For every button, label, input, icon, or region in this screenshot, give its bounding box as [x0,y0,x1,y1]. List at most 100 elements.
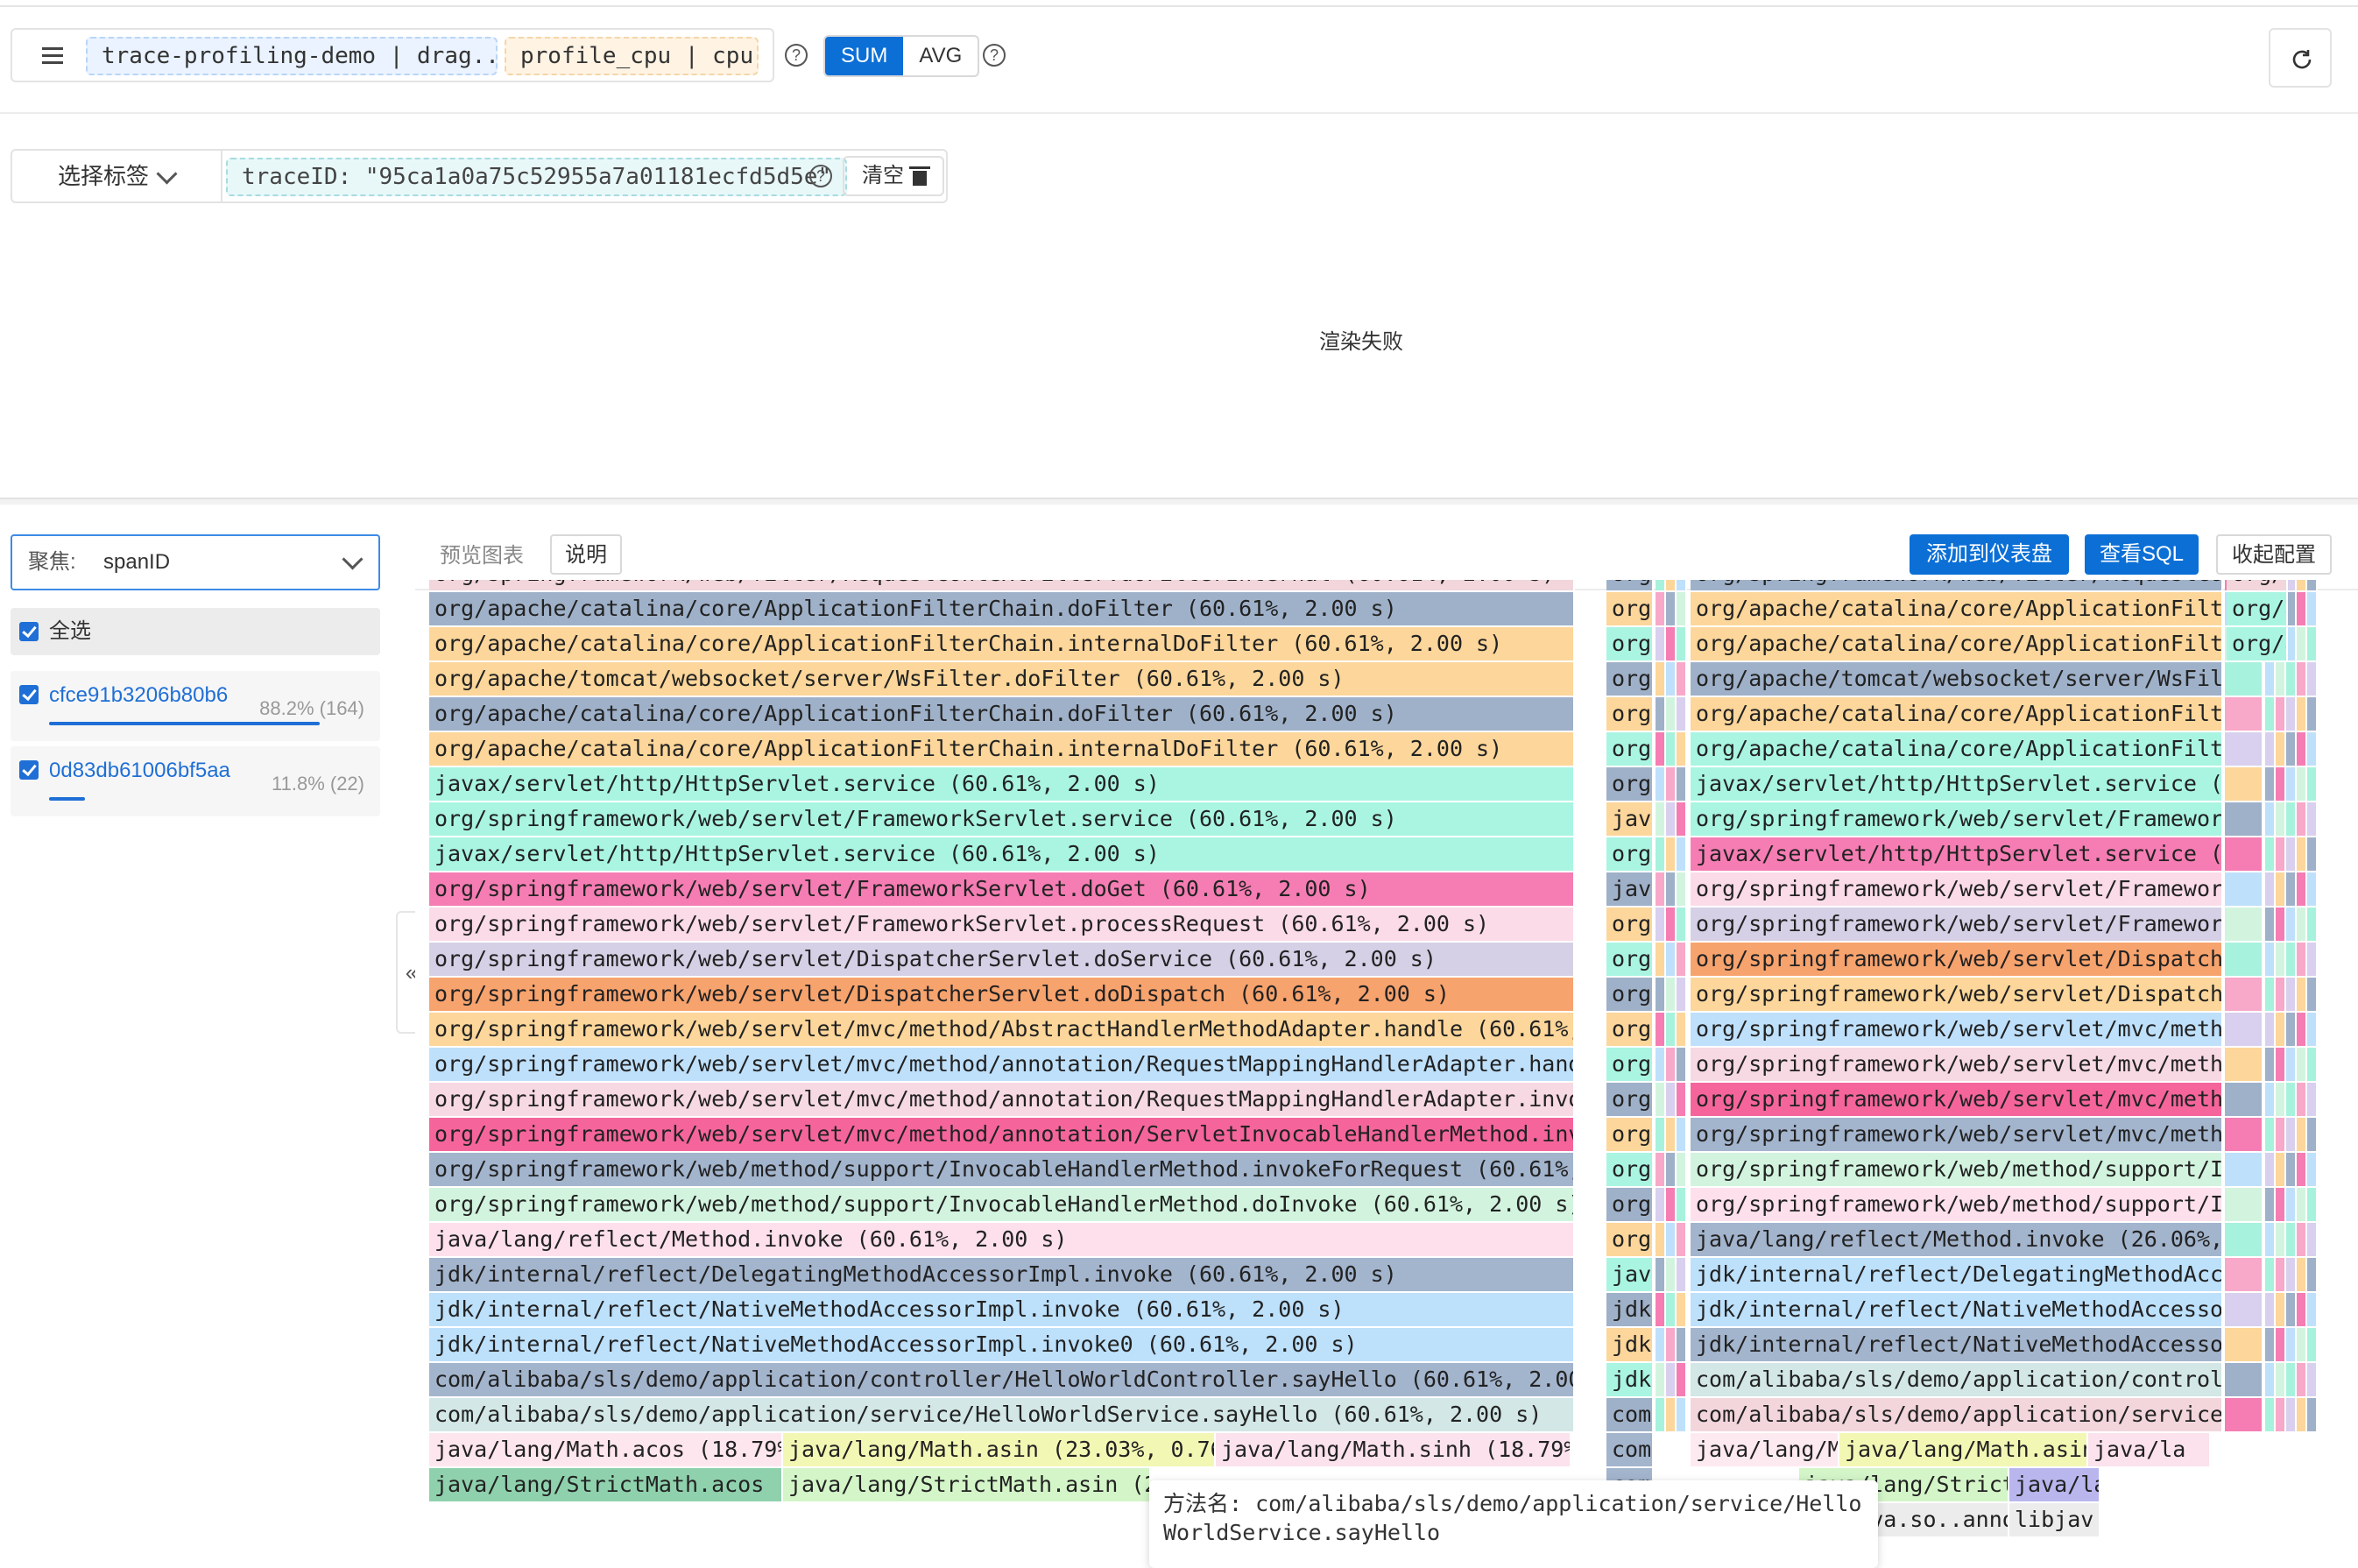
flame-frame[interactable]: libjav [2009,1503,2100,1536]
flame-frame[interactable] [2297,767,2307,801]
flame-frame[interactable]: org/ [1606,837,1654,871]
flame-frame[interactable]: jdk/ [1606,1363,1654,1396]
flame-frame[interactable] [1666,732,1677,766]
flame-frame[interactable] [2307,732,2318,766]
clear-button[interactable]: 清空 [843,156,944,196]
collapse-config-button[interactable]: 收起配置 [2216,534,2332,575]
flame-frame[interactable] [2286,1118,2297,1151]
flame-frame[interactable]: org/ [1606,662,1654,696]
flame-frame[interactable] [2297,732,2307,766]
flame-frame[interactable] [2307,627,2318,660]
flame-frame[interactable] [2297,697,2307,731]
flame-frame[interactable] [2225,662,2263,696]
flame-frame[interactable] [2297,1188,2307,1221]
flame-frame[interactable] [2265,978,2276,1011]
flame-frame[interactable]: java/la [2009,1468,2100,1501]
flame-frame[interactable]: org/ [1606,943,1654,976]
flame-frame[interactable] [1666,1048,1677,1081]
flame-frame[interactable] [1656,1293,1666,1326]
flame-frame[interactable]: java/lang/StrictMath.asin (23.03%) [783,1468,1151,1501]
flame-frame[interactable] [2307,802,2318,836]
flame-frame[interactable]: javc [1606,802,1654,836]
flame-frame[interactable]: org/a [2227,580,2288,590]
flame-frame[interactable]: jdk/internal/reflect/NativeMethodAccesso… [429,1293,1575,1326]
flame-frame[interactable]: org/springframework/web/servlet/mvc/meth [1691,1083,2223,1116]
flame-frame[interactable] [2297,1328,2307,1361]
flame-frame[interactable]: org/ [1606,1188,1654,1221]
flame-frame[interactable] [2225,697,2263,731]
flame-frame[interactable] [1677,1013,1687,1046]
flame-frame[interactable] [2265,1363,2276,1396]
flame-frame[interactable] [1677,1188,1687,1221]
flame-frame[interactable] [1666,1118,1677,1151]
flame-frame[interactable]: jdk/internal/reflect/DelegatingMethodAcc [1691,1258,2223,1291]
flame-frame[interactable]: org/springframework/web/filter/RequestCo… [1691,580,2223,590]
flame-frame[interactable] [2276,1258,2286,1291]
help-icon[interactable]: ? [785,44,808,67]
flame-frame[interactable] [2276,1328,2286,1361]
flame-frame[interactable] [2265,697,2276,731]
flame-frame[interactable] [1677,1328,1687,1361]
flame-frame[interactable] [2307,697,2318,731]
flame-frame[interactable] [2297,1363,2307,1396]
flame-frame[interactable] [2225,732,2263,766]
flame-frame[interactable] [2307,1118,2318,1151]
select-all-row[interactable]: 全选 [11,608,380,655]
flame-frame[interactable] [1666,1188,1677,1221]
flame-frame[interactable] [2297,1118,2307,1151]
flame-frame[interactable] [1656,697,1666,731]
flame-frame[interactable] [2265,1048,2276,1081]
flame-frame[interactable] [2286,1188,2297,1221]
flame-frame[interactable] [2297,1153,2307,1186]
flame-frame[interactable]: jdk/ [1606,1328,1654,1361]
flame-frame[interactable] [2286,1223,2297,1256]
flame-frame[interactable] [1666,1083,1677,1116]
flame-frame[interactable] [2307,1013,2318,1046]
flame-frame[interactable] [2286,662,2297,696]
refresh-button[interactable] [2269,28,2332,88]
flame-frame[interactable]: java/lang/reflect/Method.invoke (26.06%, [1691,1223,2223,1256]
flame-frame[interactable] [1666,697,1677,731]
flame-frame[interactable]: java/lang/Math.asin ( [1839,1433,2088,1466]
flame-frame[interactable] [2286,1293,2297,1326]
flame-frame[interactable]: org/apache/catalina/core/ApplicationFilt… [1691,697,2223,731]
flame-frame[interactable] [2307,1328,2318,1361]
flame-frame[interactable] [1677,1363,1687,1396]
flame-frame[interactable] [2297,1398,2307,1431]
flame-frame[interactable]: org/ [1606,627,1654,660]
flame-frame[interactable] [2276,697,2286,731]
flame-frame[interactable] [1656,592,1666,625]
flame-graph[interactable]: org/springframework/web/filter/RequestCo… [429,580,2321,1559]
flame-frame[interactable] [1656,1328,1666,1361]
flame-frame[interactable] [2307,978,2318,1011]
flame-frame[interactable]: javax/servlet/http/HttpServlet.service ( [1691,767,2223,801]
flame-frame[interactable] [2286,908,2297,941]
flame-frame[interactable]: org/springframework/web/servlet/Dispatch… [429,943,1575,976]
flame-frame[interactable]: org/apache/catalina/core/ApplicationFilt… [1691,592,2223,625]
flame-frame[interactable] [2225,1258,2263,1291]
flame-frame[interactable] [2297,1083,2307,1116]
flame-frame[interactable]: org/springframework/web/servlet/Framewor [1691,908,2223,941]
flame-frame[interactable] [2265,1398,2276,1431]
flame-frame[interactable] [1656,627,1666,660]
flame-frame[interactable] [2276,943,2286,976]
flame-frame[interactable] [2297,1223,2307,1256]
flame-frame[interactable] [2297,872,2307,906]
flame-frame[interactable] [1656,662,1666,696]
flame-frame[interactable] [2307,1153,2318,1186]
flame-frame[interactable] [2225,872,2263,906]
flame-frame[interactable] [1656,1258,1666,1291]
project-tag[interactable]: trace-profiling-demo | drag... [86,37,513,75]
flame-frame[interactable] [2297,580,2307,590]
flame-frame[interactable] [1677,580,1687,590]
flame-frame[interactable] [1677,1258,1687,1291]
flame-frame[interactable]: org/ [1606,1153,1654,1186]
flame-frame[interactable]: org/springframework/web/servlet/Framewor… [429,872,1575,906]
flame-frame[interactable] [2297,978,2307,1011]
flame-frame[interactable] [1656,732,1666,766]
flame-frame[interactable] [1666,662,1677,696]
flame-frame[interactable] [2286,1153,2297,1186]
flame-frame[interactable]: org/apache/catalina/core/ApplicationFilt… [1691,627,2223,660]
flame-frame[interactable]: javax/servlet/http/HttpServlet.service (… [429,837,1575,871]
flame-frame[interactable] [2225,1013,2263,1046]
